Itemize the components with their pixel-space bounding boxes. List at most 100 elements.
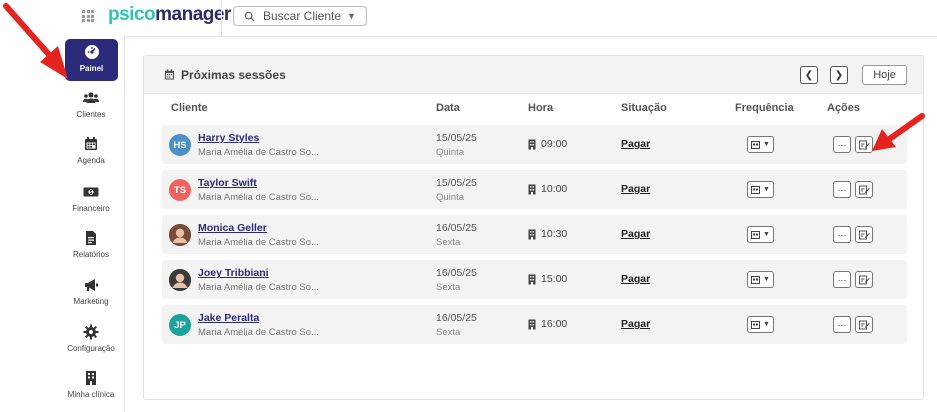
more-icon: ···	[837, 184, 847, 195]
status-pay-link[interactable]: Pagar	[621, 228, 650, 240]
frequency-dropdown[interactable]: ▼	[747, 136, 774, 153]
edit-icon	[858, 140, 870, 149]
calendar-icon	[85, 137, 97, 150]
upcoming-sessions-panel: Próximas sessões ❮ ❯ Hoje Cliente Data H…	[143, 55, 924, 400]
column-header-data: Data	[436, 102, 460, 114]
more-options-button[interactable]: ···	[833, 136, 851, 153]
money-icon: $	[83, 187, 99, 197]
edit-icon	[858, 275, 870, 284]
edit-session-button[interactable]	[855, 271, 873, 288]
sidebar-item-label: Minha clínica	[67, 390, 115, 399]
sidebar-item-marketing[interactable]: Marketing	[62, 277, 120, 306]
frequency-dropdown[interactable]: ▼	[747, 316, 774, 333]
status-pay-link[interactable]: Pagar	[621, 138, 650, 150]
app-logo[interactable]: psicomanager	[108, 4, 231, 26]
avatar: HS	[169, 134, 191, 156]
edit-session-button[interactable]	[855, 226, 873, 243]
building-icon	[86, 371, 96, 385]
top-bar: psicomanager Buscar Cliente ▼	[0, 0, 937, 36]
status-pay-link[interactable]: Pagar	[621, 318, 650, 330]
column-header-cliente: Cliente	[171, 102, 208, 114]
edit-icon	[858, 320, 870, 329]
frequency-dropdown[interactable]: ▼	[747, 226, 774, 243]
client-name-link[interactable]: Harry Styles	[198, 132, 259, 144]
frequency-dropdown[interactable]: ▼	[747, 271, 774, 288]
header-divider	[125, 36, 937, 37]
client-name-link[interactable]: Joey Tribbiani	[198, 267, 269, 279]
sidebar-item-configuracao[interactable]: Configuração	[62, 324, 120, 353]
frequency-icon	[751, 185, 761, 194]
session-date: 15/05/25	[436, 132, 477, 144]
previous-button[interactable]: ❮	[800, 66, 818, 84]
chevron-right-icon: ❯	[834, 69, 844, 81]
edit-session-button[interactable]	[855, 181, 873, 198]
more-options-button[interactable]: ···	[833, 226, 851, 243]
avatar: TS	[169, 179, 191, 201]
clock-icon	[528, 229, 536, 239]
next-button[interactable]: ❯	[830, 66, 848, 84]
today-button[interactable]: Hoje	[862, 65, 907, 85]
more-options-button[interactable]: ···	[833, 181, 851, 198]
avatar: JP	[169, 314, 191, 336]
frequency-dropdown[interactable]: ▼	[747, 181, 774, 198]
session-weekday: Sexta	[436, 282, 461, 293]
search-icon	[244, 11, 255, 22]
status-pay-link[interactable]: Pagar	[621, 183, 650, 195]
sidebar-item-clientes[interactable]: Clientes	[62, 90, 120, 119]
sidebar-item-agenda[interactable]: Agenda	[62, 136, 120, 165]
clock-icon	[528, 319, 536, 329]
more-options-button[interactable]: ···	[833, 271, 851, 288]
client-name-link[interactable]: Jake Peralta	[198, 312, 259, 324]
sidebar-item-relatorios[interactable]: Relatórios	[62, 230, 120, 259]
client-name-link[interactable]: Monica Geller	[198, 222, 267, 234]
more-options-button[interactable]: ···	[833, 316, 851, 333]
chevron-down-icon: ▼	[763, 276, 770, 283]
apps-grid-icon[interactable]	[82, 10, 94, 22]
sidebar-item-label: Financeiro	[72, 204, 110, 213]
edit-session-button[interactable]	[855, 316, 873, 333]
session-date: 16/05/25	[436, 267, 477, 279]
clock-icon	[528, 274, 536, 284]
professional-name: Maria Amélia de Castro So...	[198, 147, 319, 158]
top-divider	[221, 0, 222, 36]
search-client-dropdown[interactable]: Buscar Cliente ▼	[233, 6, 367, 26]
chevron-down-icon: ▼	[763, 231, 770, 238]
sidebar-item-painel[interactable]: Painel	[65, 39, 118, 81]
svg-text:$: $	[90, 190, 93, 196]
session-time: 10:30	[528, 228, 567, 240]
edit-icon	[858, 230, 870, 239]
professional-name: Maria Amélia de Castro So...	[198, 192, 319, 203]
sidebar-item-label: Configuração	[67, 344, 115, 353]
session-date: 15/05/25	[436, 177, 477, 189]
session-weekday: Sexta	[436, 237, 461, 248]
gear-icon	[83, 324, 99, 340]
session-time: 16:00	[528, 318, 567, 330]
chevron-down-icon: ▼	[763, 321, 770, 328]
clock-icon	[528, 184, 536, 194]
session-weekday: Quinta	[436, 147, 464, 158]
users-icon	[83, 92, 99, 103]
professional-name: Maria Amélia de Castro So...	[198, 237, 319, 248]
dashboard-icon	[84, 45, 99, 59]
session-date: 16/05/25	[436, 312, 477, 324]
panel-title: Próximas sessões	[181, 68, 286, 82]
avatar	[169, 224, 191, 246]
chevron-left-icon: ❮	[804, 69, 814, 81]
frequency-icon	[751, 230, 761, 239]
client-name-link[interactable]: Taylor Swift	[198, 177, 257, 189]
session-row: HS Harry Styles Maria Amélia de Castro So.…	[162, 125, 907, 164]
session-weekday: Quinta	[436, 192, 464, 203]
frequency-icon	[751, 140, 761, 149]
report-icon	[86, 231, 96, 245]
avatar	[169, 269, 191, 291]
session-row: Monica Geller Maria Amélia de Castro So..…	[162, 215, 907, 254]
status-pay-link[interactable]: Pagar	[621, 273, 650, 285]
sidebar-item-financeiro[interactable]: $ Financeiro	[62, 184, 120, 213]
more-icon: ···	[837, 229, 847, 240]
panel-header: Próximas sessões ❮ ❯ Hoje	[144, 56, 923, 94]
edit-session-button[interactable]	[855, 136, 873, 153]
frequency-icon	[751, 320, 761, 329]
sidebar-item-minha-clinica[interactable]: Minha clínica	[62, 370, 120, 399]
session-row: JP Jake Peralta Maria Amélia de Castro So.…	[162, 305, 907, 344]
session-time: 09:00	[528, 138, 567, 150]
